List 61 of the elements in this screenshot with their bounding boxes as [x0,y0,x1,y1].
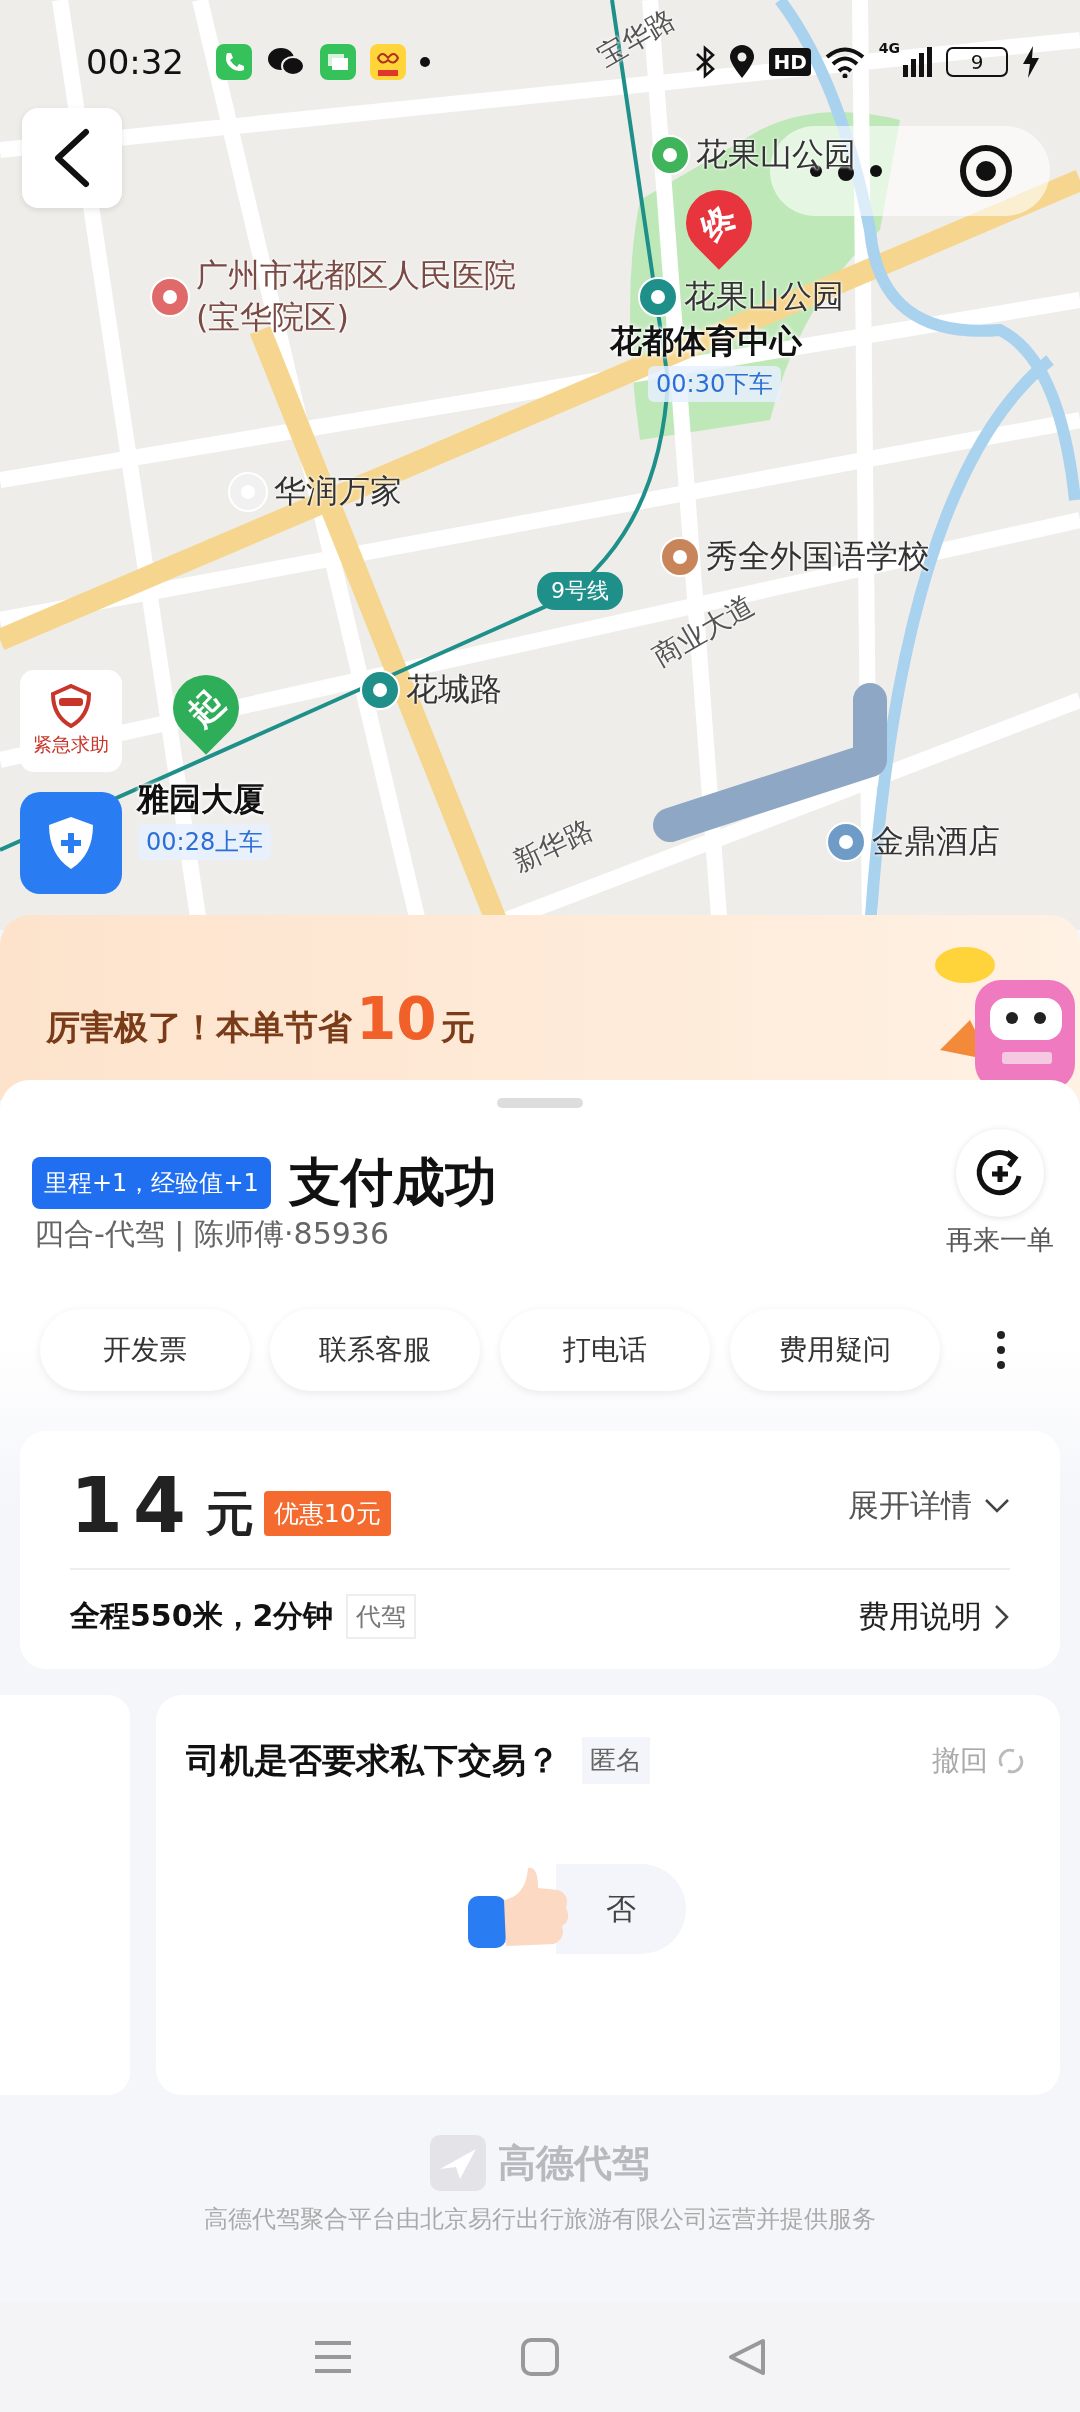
more-options-icon[interactable] [996,1330,1006,1370]
expand-details-link[interactable]: 展开详情 [848,1484,1010,1527]
charging-icon [1022,46,1040,78]
chevron-right-icon [994,1603,1010,1630]
service-tag: 代驾 [345,1594,416,1639]
metro-line-label: 9号线 [537,572,623,610]
emergency-help-button[interactable]: 紧急求助 [20,670,122,772]
service-provider-note: 高德代驾聚合平台由北京易行出行旅游有限公司运营并提供服务 [204,2204,876,2235]
hd-badge: HD [769,48,811,76]
map-label: 华润万家 [274,471,402,512]
shield-plus-icon [46,815,96,871]
fare-unit: 元 [205,1483,254,1543]
bluetooth-icon [695,45,716,79]
signal-icon [902,47,932,77]
reward-badge: 里程+1，经验值+1 [32,1157,271,1209]
map-label: 广州市花都区人民医院(宝华院区) [196,255,517,338]
brand-logo-icon [430,2135,486,2191]
map-label: 花城路 [406,669,502,710]
order-info: 四合-代驾 | 陈师傅·85936 [34,1215,389,1254]
payment-status-title: 支付成功 [288,1151,497,1214]
battery-indicator: 9 [946,47,1008,77]
status-time: 00:32 [86,42,184,82]
locate-icon[interactable] [958,143,1014,199]
map-label: 花果山公园 [684,276,844,317]
brand-name: 高德代驾 [498,2139,650,2187]
action-chip[interactable]: 打电话 [500,1309,710,1391]
location-icon [729,45,756,79]
fee-explanation-link[interactable]: 费用说明 [858,1595,1010,1638]
action-chip[interactable]: 联系客服 [270,1309,480,1391]
map-label: 宝华路 [590,1,682,75]
notification-dot-icon [420,57,430,67]
home-icon[interactable] [520,2337,560,2377]
action-chip[interactable]: 开发票 [40,1309,250,1391]
map-label: 花果山公园 [696,134,856,175]
messages-app-icon [320,44,356,80]
dropoff-time: 00:30下车 [648,366,782,402]
map-label: 秀全外国语学校 [706,536,930,577]
phone-app-icon [216,44,252,80]
app-icon [370,44,406,80]
wifi-icon [824,46,865,78]
savings-text: 厉害极了！本单节省 10 元 [46,985,475,1053]
drag-handle[interactable] [497,1098,583,1108]
chevron-down-icon [984,1497,1010,1514]
network-type-label: 4G [878,40,900,56]
pickup-time: 00:28上车 [138,824,272,860]
action-chip[interactable]: 费用疑问 [730,1309,940,1391]
survey-question: 司机是否要求私下交易？ [186,1738,560,1782]
map-label: 商业大道 [645,587,761,675]
police-badge-icon [49,684,93,728]
anonymous-tag: 匿名 [582,1737,650,1784]
back-icon[interactable] [726,2337,767,2377]
safety-shield-button[interactable] [20,792,122,894]
map-label: 新华路 [506,812,599,881]
back-button[interactable] [22,108,122,208]
map-label: 金鼎酒店 [872,821,1000,862]
fare-amount: 14 [70,1461,196,1550]
start-name: 雅园大厦 [137,779,265,820]
trip-summary: 全程550米，2分钟 [70,1597,334,1635]
answer-option[interactable]: 否 [556,1864,686,1954]
discount-tag: 优惠10元 [263,1491,391,1536]
reorder-button[interactable]: 再来一单 [946,1128,1054,1258]
